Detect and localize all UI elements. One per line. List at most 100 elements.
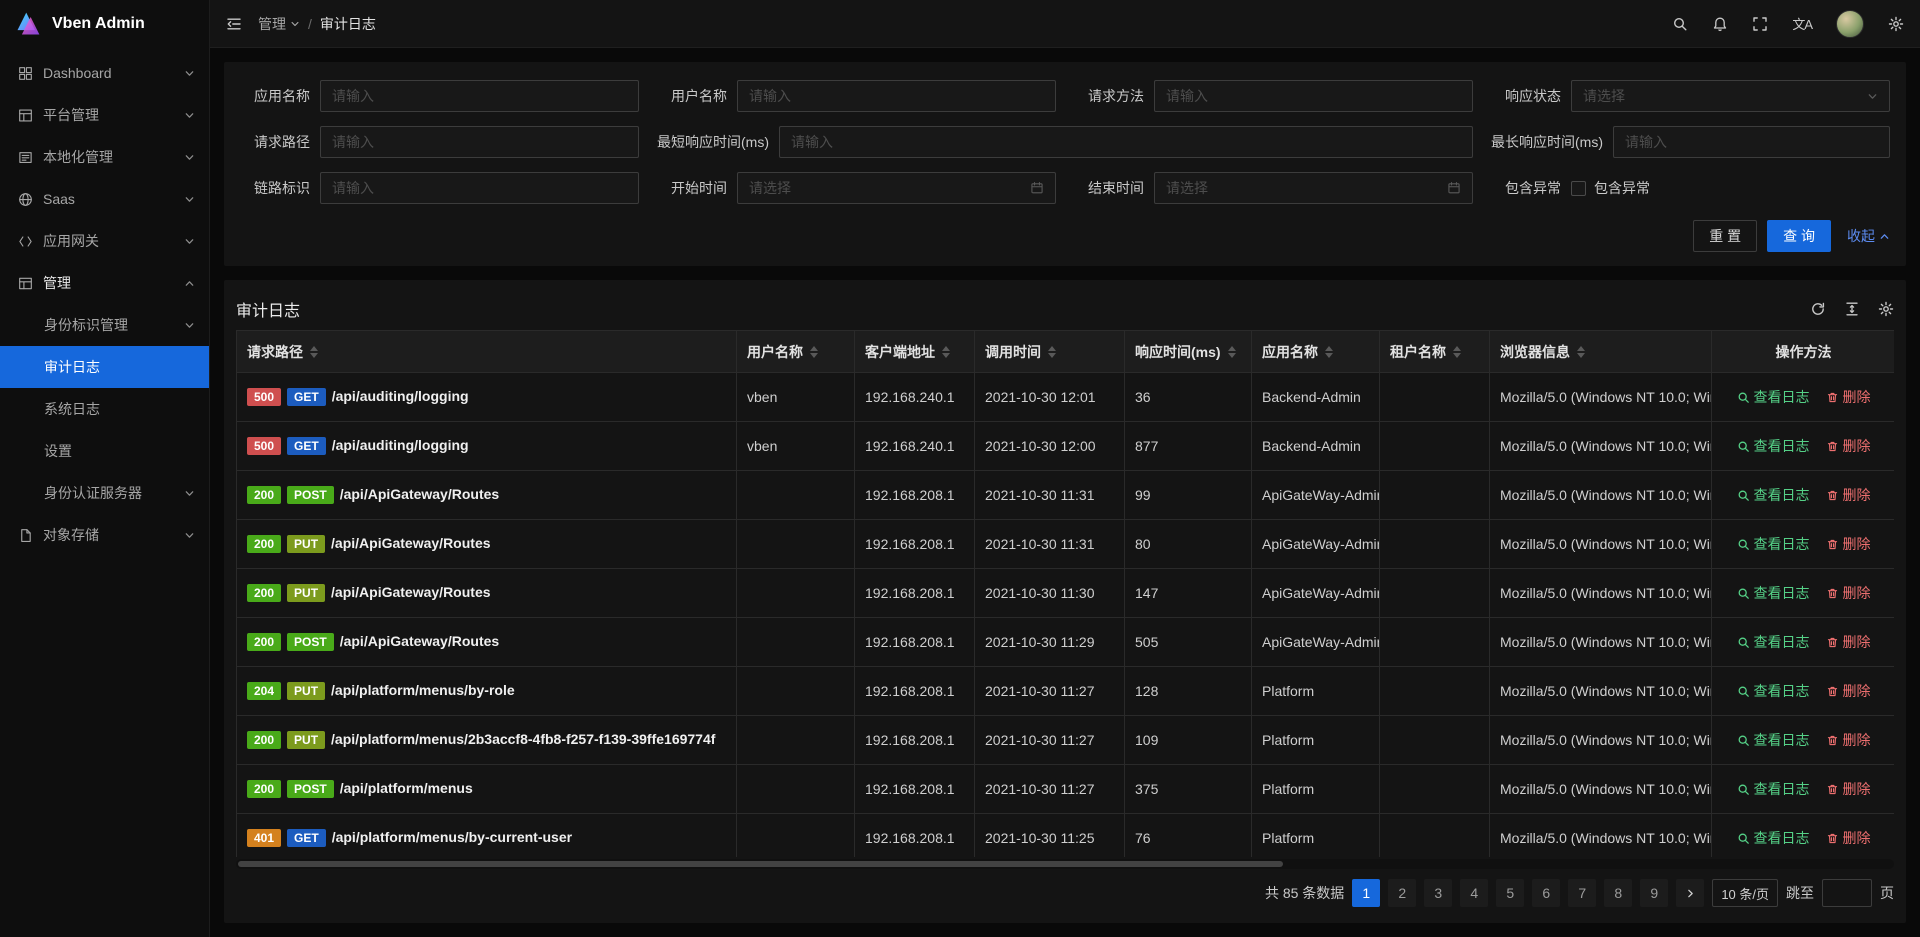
status-badge: 500	[247, 388, 281, 406]
max-time-input[interactable]	[1613, 126, 1890, 158]
page-button[interactable]: 3	[1424, 879, 1452, 907]
delete-button[interactable]: 删除	[1826, 681, 1871, 701]
sort-icon[interactable]	[1048, 346, 1056, 358]
sort-icon[interactable]	[1228, 346, 1236, 358]
column-header[interactable]: 浏览器信息	[1490, 331, 1712, 373]
view-log-button[interactable]: 查看日志	[1737, 681, 1810, 701]
http-method-input[interactable]	[1154, 80, 1473, 112]
sidebar-subitem[interactable]: 系统日志	[0, 388, 209, 430]
refresh-icon[interactable]	[1810, 301, 1826, 317]
sidebar-item[interactable]: Dashboard	[0, 52, 209, 94]
page-button[interactable]: 5	[1496, 879, 1524, 907]
sort-icon[interactable]	[1453, 346, 1461, 358]
sort-icon[interactable]	[1577, 346, 1585, 358]
request-path-input[interactable]	[320, 126, 639, 158]
view-log-button[interactable]: 查看日志	[1737, 436, 1810, 456]
column-header[interactable]: 请求路径	[237, 331, 737, 373]
has-exception-checkbox[interactable]: 包含异常	[1571, 178, 1650, 198]
page-button[interactable]: 4	[1460, 879, 1488, 907]
column-header[interactable]: 用户名称	[737, 331, 855, 373]
page-button[interactable]: 9	[1640, 879, 1668, 907]
delete-button[interactable]: 删除	[1826, 583, 1871, 603]
page-button[interactable]: 1	[1352, 879, 1380, 907]
avatar[interactable]	[1836, 10, 1864, 38]
menu-fold-icon[interactable]	[226, 16, 242, 32]
http-status-select[interactable]: 请选择	[1571, 80, 1890, 112]
trash-icon	[1826, 538, 1839, 551]
breadcrumb-parent[interactable]: 管理	[258, 14, 300, 34]
end-time-datepicker[interactable]: 请选择	[1154, 172, 1473, 204]
search-icon	[1737, 391, 1750, 404]
collapse-toggle[interactable]: 收起	[1847, 226, 1890, 246]
tenant-name-cell	[1380, 814, 1490, 858]
checkbox-box[interactable]	[1571, 181, 1586, 196]
notification-bell-icon[interactable]	[1712, 16, 1728, 32]
delete-button[interactable]: 删除	[1826, 730, 1871, 750]
sidebar-subitem[interactable]: 身份标识管理	[0, 304, 209, 346]
search-icon	[1737, 734, 1750, 747]
search-icon[interactable]	[1672, 16, 1688, 32]
actions-cell: 查看日志删除	[1712, 471, 1895, 520]
status-badge: 200	[247, 535, 281, 553]
logo[interactable]: Vben Admin	[0, 0, 209, 48]
min-time-input[interactable]	[779, 126, 1473, 158]
sidebar-item[interactable]: 对象存储	[0, 514, 209, 556]
view-log-button[interactable]: 查看日志	[1737, 583, 1810, 603]
sort-icon[interactable]	[942, 346, 950, 358]
app-name-input[interactable]	[320, 80, 639, 112]
page-button[interactable]: 8	[1604, 879, 1632, 907]
column-header[interactable]: 调用时间	[975, 331, 1125, 373]
sidebar-item[interactable]: 本地化管理	[0, 136, 209, 178]
sidebar-item[interactable]: 管理	[0, 262, 209, 304]
translate-icon[interactable]: 文A	[1792, 14, 1812, 33]
column-header[interactable]: 客户端地址	[855, 331, 975, 373]
view-log-button[interactable]: 查看日志	[1737, 828, 1810, 848]
column-settings-gear-icon[interactable]	[1878, 301, 1894, 317]
view-log-button[interactable]: 查看日志	[1737, 632, 1810, 652]
sort-icon[interactable]	[1325, 346, 1333, 358]
sidebar-item[interactable]: Saas	[0, 178, 209, 220]
delete-button[interactable]: 删除	[1826, 387, 1871, 407]
column-header[interactable]: 应用名称	[1252, 331, 1380, 373]
sidebar-subitem[interactable]: 审计日志	[0, 346, 209, 388]
user-name-input[interactable]	[737, 80, 1056, 112]
settings-gear-icon[interactable]	[1888, 16, 1904, 32]
trace-id-input[interactable]	[320, 172, 639, 204]
column-header[interactable]: 租户名称	[1380, 331, 1490, 373]
reset-button[interactable]: 重 置	[1693, 220, 1757, 252]
delete-button[interactable]: 删除	[1826, 485, 1871, 505]
view-log-button[interactable]: 查看日志	[1737, 779, 1810, 799]
search-button[interactable]: 查 询	[1767, 220, 1831, 252]
delete-button[interactable]: 删除	[1826, 632, 1871, 652]
app-title: Vben Admin	[52, 15, 145, 33]
row-height-icon[interactable]	[1844, 301, 1860, 317]
sidebar-item-label: 平台管理	[43, 105, 174, 125]
view-log-button[interactable]: 查看日志	[1737, 730, 1810, 750]
page-button[interactable]: 6	[1532, 879, 1560, 907]
sidebar-subitem-label: 身份标识管理	[44, 315, 184, 335]
delete-button[interactable]: 删除	[1826, 436, 1871, 456]
sort-icon[interactable]	[310, 346, 318, 358]
page-button[interactable]: 2	[1388, 879, 1416, 907]
sidebar-item[interactable]: 平台管理	[0, 94, 209, 136]
app-name-cell: Platform	[1252, 765, 1380, 814]
view-log-button[interactable]: 查看日志	[1737, 387, 1810, 407]
sidebar-item[interactable]: 应用网关	[0, 220, 209, 262]
fullscreen-icon[interactable]	[1752, 16, 1768, 32]
sidebar-subitem[interactable]: 设置	[0, 430, 209, 472]
delete-button[interactable]: 删除	[1826, 828, 1871, 848]
scrollbar-thumb[interactable]	[238, 861, 1283, 867]
view-log-button[interactable]: 查看日志	[1737, 534, 1810, 554]
sidebar-subitem[interactable]: 身份认证服务器	[0, 472, 209, 514]
start-time-datepicker[interactable]: 请选择	[737, 172, 1056, 204]
next-page-button[interactable]	[1676, 879, 1704, 907]
delete-button[interactable]: 删除	[1826, 779, 1871, 799]
jump-page-input[interactable]	[1822, 879, 1872, 907]
filter-grid: 应用名称 用户名称 请求方法 响应状态 请选择	[240, 80, 1890, 204]
view-log-button[interactable]: 查看日志	[1737, 485, 1810, 505]
page-button[interactable]: 7	[1568, 879, 1596, 907]
sort-icon[interactable]	[810, 346, 818, 358]
delete-button[interactable]: 删除	[1826, 534, 1871, 554]
page-size-select[interactable]: 10 条/页	[1712, 879, 1778, 907]
column-header[interactable]: 响应时间(ms)	[1125, 331, 1252, 373]
